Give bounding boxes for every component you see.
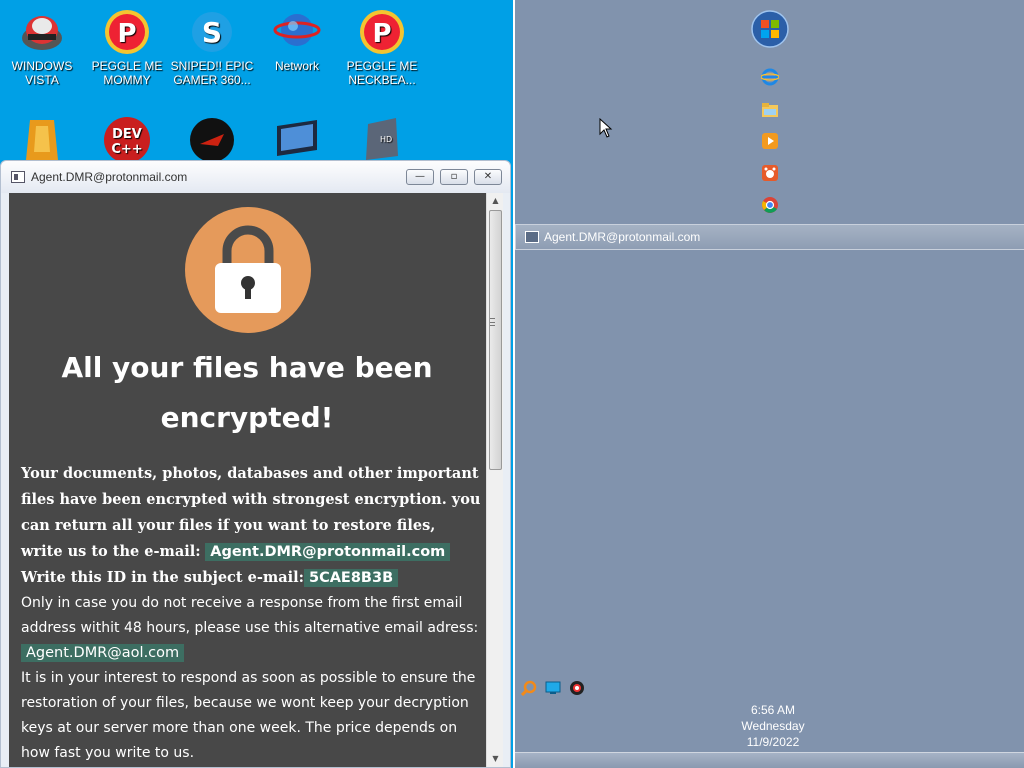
vertical-scrollbar[interactable]: ▲ ▼: [486, 193, 503, 767]
ransom-message: Your documents, photos, databases and ot…: [21, 461, 481, 766]
peggle-icon: P: [103, 8, 151, 56]
cube-icon: [18, 116, 66, 164]
scroll-thumb[interactable]: [489, 210, 502, 470]
ransom-content: All your files have been encrypted! Your…: [9, 193, 503, 767]
folder-icon[interactable]: [761, 101, 779, 119]
window-title: Agent.DMR@protonmail.com: [31, 170, 188, 184]
desktop-icon-windows-vista[interactable]: WINDOWS VISTA: [0, 8, 84, 87]
desktop-icon-label: PEGGLE ME MOMMY: [91, 59, 163, 87]
window-icon: [11, 171, 25, 183]
svg-text:C++: C++: [111, 142, 142, 157]
monitor-icon: [273, 116, 321, 164]
svg-text:P: P: [117, 19, 136, 49]
system-clock[interactable]: 6:56 AM Wednesday 11/9/2022: [723, 702, 823, 750]
chrome-icon[interactable]: [761, 196, 779, 214]
internet-explorer-icon[interactable]: [760, 68, 780, 86]
svg-text:HD: HD: [380, 135, 392, 144]
display-tray-icon[interactable]: [545, 680, 561, 696]
ransom-paragraph-2: Only in case you do not receive a respon…: [21, 595, 479, 636]
ransom-paragraph-3: It is in your interest to respond as soo…: [21, 670, 476, 761]
scroll-up-arrow-icon[interactable]: ▲: [487, 193, 503, 209]
lock-badge: [185, 207, 311, 333]
system-tray: [520, 680, 585, 697]
app-paw-icon[interactable]: [761, 164, 779, 182]
window-icon: [525, 231, 539, 243]
mouse-cursor-icon: [599, 117, 613, 138]
scroll-grip-icon: [490, 318, 495, 326]
svg-text:S: S: [202, 16, 222, 49]
desktop-icon-peggle-me-mommy[interactable]: P PEGGLE ME MOMMY: [85, 8, 169, 87]
taskbar-bottom-strip: [515, 752, 1024, 768]
id-instruction: Write this ID in the subject e-mail:: [21, 569, 304, 586]
taskbar-window-label: Agent.DMR@protonmail.com: [544, 230, 701, 244]
game-logo-icon: [188, 116, 236, 164]
primary-email[interactable]: Agent.DMR@protonmail.com: [205, 543, 451, 561]
svg-text:DEV: DEV: [112, 127, 142, 142]
desktop-icon-network[interactable]: Network: [255, 8, 339, 73]
dev-cpp-icon: DEV C++: [103, 116, 151, 164]
media-player-icon[interactable]: [761, 132, 779, 150]
start-orb-icon[interactable]: [751, 10, 789, 48]
volume-tray-icon[interactable]: [569, 680, 585, 696]
desktop-icon-label: Network: [274, 59, 319, 73]
desktop-icon-label: PEGGLE ME NECKBEA...: [346, 59, 418, 87]
clock-day: Wednesday: [741, 719, 805, 733]
desktop-icon-label: SNIPED!! EPIC GAMER 360...: [170, 59, 254, 87]
svg-text:P: P: [372, 19, 391, 49]
victim-id[interactable]: 5CAE8B3B: [303, 569, 399, 587]
minimize-button[interactable]: —: [406, 169, 434, 185]
vista-icon: [18, 8, 66, 56]
search-tray-icon[interactable]: [520, 680, 537, 697]
desktop-icon-label: WINDOWS VISTA: [11, 59, 73, 87]
clock-date: 11/9/2022: [746, 735, 800, 749]
taskbar-panel: Agent.DMR@protonmail.com 6:56 AM Wednesd…: [513, 0, 1024, 768]
desktop-icon-peggle-me-neckbea[interactable]: P PEGGLE ME NECKBEA...: [340, 8, 424, 87]
alternative-email[interactable]: Agent.DMR@aol.com: [21, 644, 185, 662]
clock-time: 6:56 AM: [750, 703, 796, 717]
padlock-icon: [215, 225, 281, 313]
close-button[interactable]: ✕: [474, 169, 502, 185]
peggle-icon: P: [358, 8, 406, 56]
network-globe-icon: [273, 8, 321, 56]
window-titlebar[interactable]: Agent.DMR@protonmail.com — ▫ ✕: [1, 161, 510, 193]
hd-drive-icon: HD: [358, 116, 406, 164]
scroll-down-arrow-icon[interactable]: ▼: [487, 751, 503, 767]
desktop-icon-sniped[interactable]: S SNIPED!! EPIC GAMER 360...: [170, 8, 254, 87]
maximize-button[interactable]: ▫: [440, 169, 468, 185]
ransom-window: Agent.DMR@protonmail.com — ▫ ✕ All your …: [0, 160, 511, 768]
ransom-headline: All your files have been encrypted!: [61, 351, 433, 434]
taskbar-window-button[interactable]: Agent.DMR@protonmail.com: [515, 224, 1024, 250]
skype-icon: S: [188, 8, 236, 56]
